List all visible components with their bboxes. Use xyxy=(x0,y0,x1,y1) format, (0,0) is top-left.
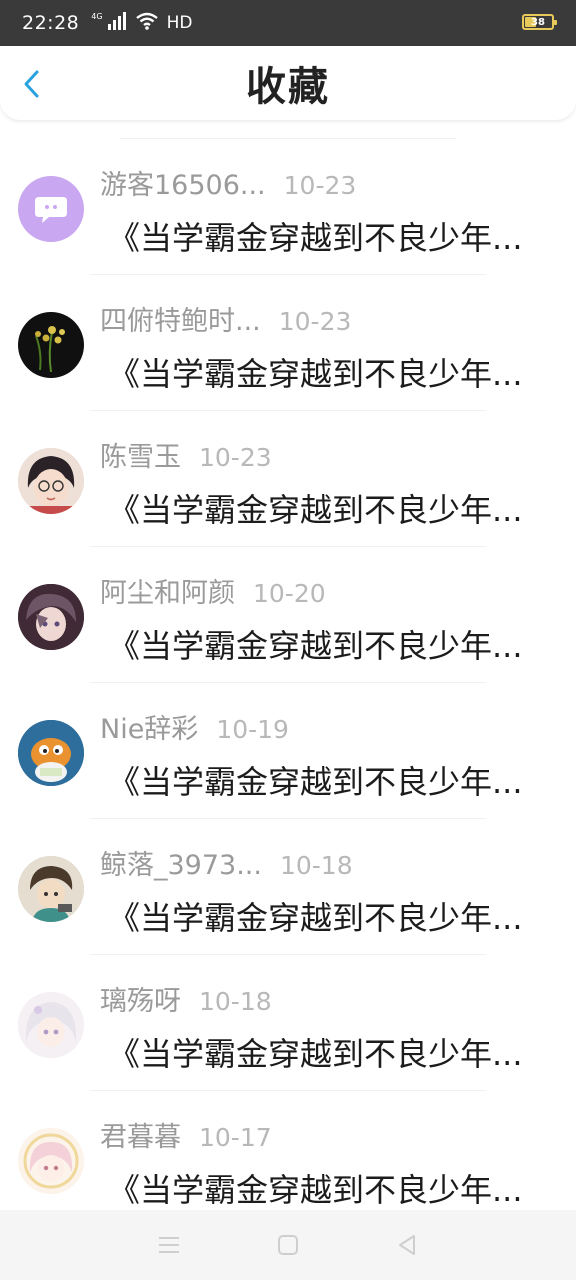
list-item[interactable]: 游客16506... 10-23 《当学霸金穿越到不良少年... xyxy=(0,139,576,275)
signal-icon xyxy=(107,11,129,35)
anime-boy-avatar-image xyxy=(18,856,84,922)
item-date: 10-17 xyxy=(199,1123,272,1152)
user-name: 陈雪玉 xyxy=(100,442,181,473)
menu-icon xyxy=(159,1237,180,1253)
avatar[interactable] xyxy=(18,448,84,514)
back-triangle-icon xyxy=(398,1235,415,1255)
item-meta: 四俯特鲍时... 10-23 xyxy=(100,299,351,338)
avatar[interactable] xyxy=(18,720,84,786)
anime-girl-avatar-image xyxy=(18,1128,84,1194)
item-date: 10-23 xyxy=(283,171,357,200)
avatar[interactable] xyxy=(18,992,84,1058)
avatar[interactable] xyxy=(18,176,84,242)
list-item[interactable]: 君暮暮 10-17 《当学霸金穿越到不良少年... xyxy=(0,1091,576,1227)
list-item[interactable]: 四俯特鲍时... 10-23 《当学霸金穿越到不良少年... xyxy=(0,275,576,411)
item-title: 《当学霸金穿越到不良少年... xyxy=(108,491,523,529)
list-item[interactable]: 鲸落_3973... 10-18 《当学霸金穿越到不良少年... xyxy=(0,819,576,955)
girl-avatar-image xyxy=(18,448,84,514)
system-nav-bar xyxy=(0,1210,576,1280)
list-item[interactable]: 陈雪玉 10-23 《当学霸金穿越到不良少年... xyxy=(0,411,576,547)
item-date: 10-20 xyxy=(253,579,326,608)
cartoon-cat-avatar-image xyxy=(18,720,84,786)
item-date: 10-23 xyxy=(199,443,272,472)
list-item[interactable]: Nie辞彩 10-19 《当学霸金穿越到不良少年... xyxy=(0,683,576,819)
orchid-avatar-image xyxy=(35,326,65,373)
status-left: 22:28 4G HD xyxy=(22,11,193,35)
avatar[interactable] xyxy=(18,856,84,922)
network-label: 4G xyxy=(91,12,103,21)
favorites-list: 游客16506... 10-23 《当学霸金穿越到不良少年... 四俯特鲍时..… xyxy=(0,120,576,1227)
item-date: 10-18 xyxy=(279,851,353,880)
status-bar: 22:28 4G HD 38 xyxy=(0,0,576,46)
user-name: Nie辞彩 xyxy=(100,714,199,745)
list-item[interactable]: 璃殇呀 10-18 《当学霸金穿越到不良少年... xyxy=(0,955,576,1091)
home-button[interactable] xyxy=(276,1233,300,1257)
item-meta: Nie辞彩 10-19 xyxy=(100,707,289,746)
system-back-button[interactable] xyxy=(395,1233,419,1257)
avatar[interactable] xyxy=(18,312,84,378)
item-meta: 鲸落_3973... 10-18 xyxy=(100,843,353,882)
item-title: 《当学霸金穿越到不良少年... xyxy=(108,763,523,801)
item-title: 《当学霸金穿越到不良少年... xyxy=(108,1035,523,1073)
chevron-left-icon xyxy=(24,70,39,98)
battery-level: 38 xyxy=(531,16,545,28)
item-meta: 璃殇呀 10-18 xyxy=(100,979,272,1018)
user-name: 四俯特鲍时... xyxy=(100,306,261,337)
item-meta: 阿尘和阿颜 10-20 xyxy=(100,571,326,610)
item-date: 10-18 xyxy=(199,987,272,1016)
home-square-icon xyxy=(277,1235,298,1255)
item-title: 《当学霸金穿越到不良少年... xyxy=(108,627,523,665)
user-name: 君暮暮 xyxy=(100,1122,181,1153)
user-name: 游客16506... xyxy=(100,170,266,201)
wifi-icon xyxy=(135,12,159,35)
user-name: 鲸落_3973... xyxy=(100,850,262,881)
item-title: 《当学霸金穿越到不良少年... xyxy=(108,1171,523,1209)
user-name: 阿尘和阿颜 xyxy=(100,578,235,609)
anime-boy-avatar-image xyxy=(18,584,84,650)
avatar[interactable] xyxy=(18,1128,84,1194)
chat-bubble-icon xyxy=(35,197,67,223)
page-title: 收藏 xyxy=(246,64,330,110)
menu-button[interactable] xyxy=(157,1233,181,1257)
status-time: 22:28 xyxy=(22,12,80,34)
hd-label: HD xyxy=(166,13,193,33)
item-title: 《当学霸金穿越到不良少年... xyxy=(108,219,523,257)
item-title: 《当学霸金穿越到不良少年... xyxy=(108,355,523,393)
item-meta: 陈雪玉 10-23 xyxy=(100,435,272,474)
user-name: 璃殇呀 xyxy=(100,986,181,1017)
avatar[interactable] xyxy=(18,584,84,650)
item-meta: 君暮暮 10-17 xyxy=(100,1115,272,1154)
header: 收藏 xyxy=(0,46,576,120)
battery-icon: 38 xyxy=(522,14,557,30)
item-meta: 游客16506... 10-23 xyxy=(100,163,356,202)
back-button[interactable] xyxy=(14,66,50,102)
item-date: 10-23 xyxy=(278,307,352,336)
item-date: 10-19 xyxy=(216,715,289,744)
item-title: 《当学霸金穿越到不良少年... xyxy=(108,899,523,937)
anime-girl-avatar-image xyxy=(18,992,84,1058)
list-item[interactable]: 阿尘和阿颜 10-20 《当学霸金穿越到不良少年... xyxy=(0,547,576,683)
